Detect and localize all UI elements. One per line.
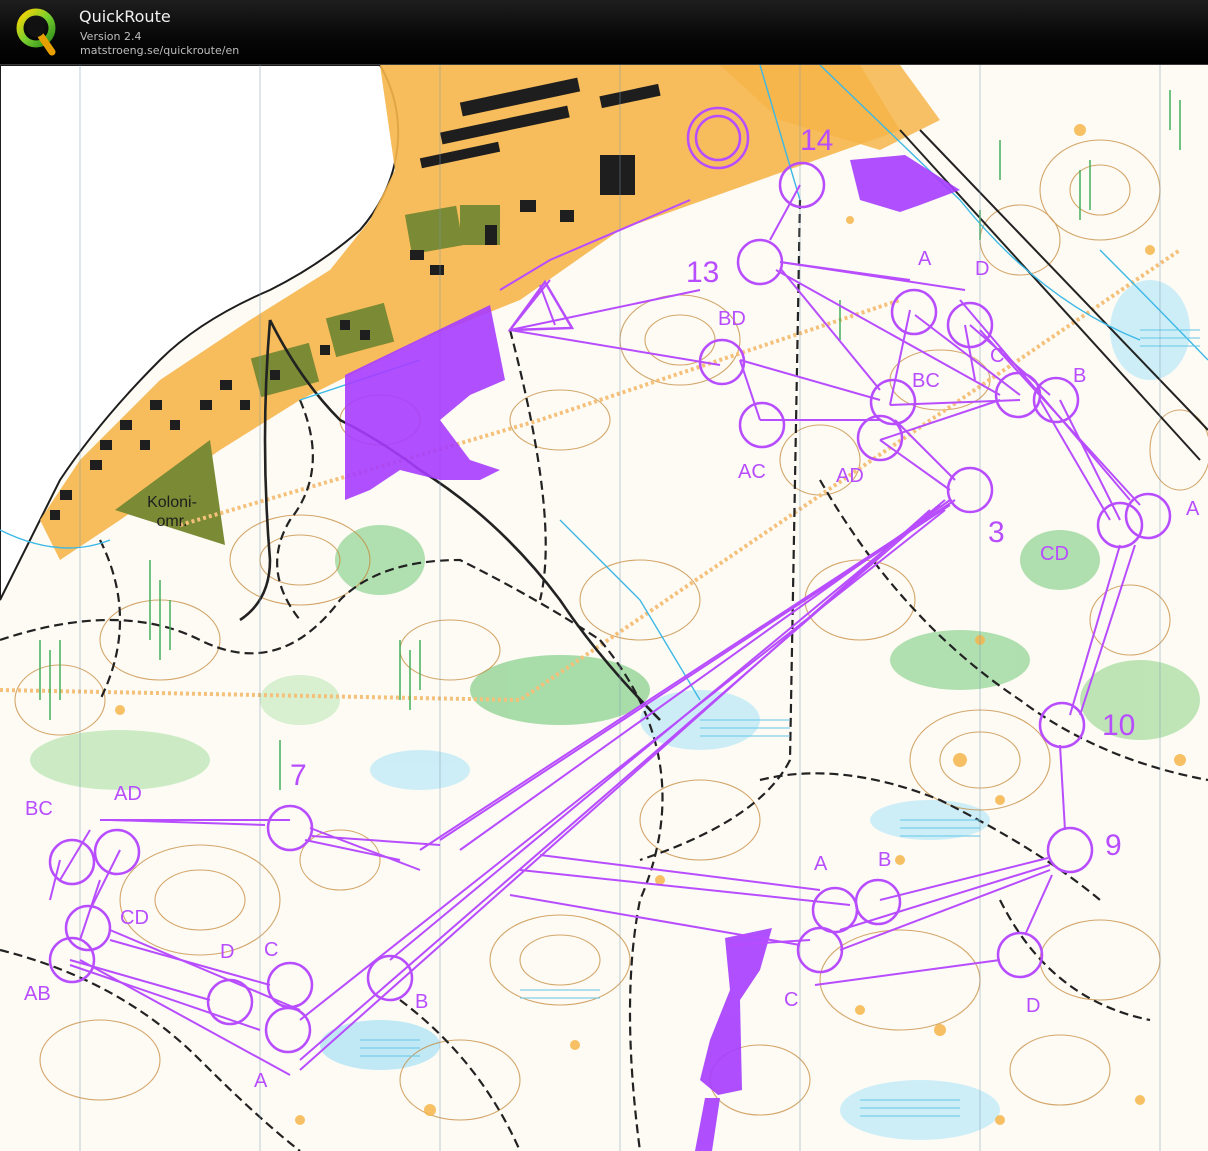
quickroute-logo-icon — [16, 8, 56, 56]
app-title: QuickRoute — [79, 7, 171, 26]
fork-label-c-left: C — [264, 939, 278, 961]
orienteering-map[interactable]: Koloni- omr. 14 13 3 10 9 7 A D BD BC C … — [0, 65, 1208, 1151]
fork-label-bc-left: BC — [25, 798, 53, 820]
fork-label-c-mid: C — [784, 989, 798, 1011]
fork-label-bc: BC — [912, 370, 940, 392]
fork-label-d-top: D — [975, 258, 989, 280]
control-number-3: 3 — [988, 516, 1005, 549]
app-url-link[interactable]: matstroeng.se/quickroute/en — [80, 44, 239, 57]
fork-label-ac: AC — [738, 461, 766, 483]
fork-label-a-top: A — [918, 248, 932, 270]
control-number-14: 14 — [800, 124, 833, 157]
fork-label-ad-mid: AD — [836, 465, 864, 487]
app-version: Version 2.4 — [80, 30, 142, 43]
area-label-line1: Koloni- — [147, 494, 197, 511]
fork-label-ad-left: AD — [114, 783, 142, 805]
control-number-7: 7 — [290, 759, 307, 792]
app-header: QuickRoute Version 2.4 matstroeng.se/qui… — [0, 0, 1208, 65]
fork-label-d-right: D — [1026, 995, 1040, 1017]
area-label-line2: omr. — [156, 513, 187, 530]
fork-label-a-right: A — [1186, 498, 1200, 520]
fork-label-c-top: C — [990, 345, 1004, 367]
fork-label-cd-left: CD — [120, 907, 149, 929]
fork-label-d-left: D — [220, 941, 234, 963]
fork-label-bd: BD — [718, 308, 746, 330]
fork-label-a-mid: A — [814, 853, 828, 875]
control-number-10: 10 — [1102, 709, 1135, 742]
fork-label-a-bottom: A — [254, 1070, 268, 1092]
control-number-13: 13 — [686, 256, 719, 289]
control-number-9: 9 — [1105, 829, 1122, 862]
fork-label-cd-right: CD — [1040, 543, 1069, 565]
fork-label-b-left: B — [415, 991, 428, 1013]
fork-label-b-mid: B — [878, 849, 891, 871]
fork-label-ab-left: AB — [24, 983, 51, 1005]
fork-label-b-top: B — [1073, 365, 1086, 387]
map-viewport[interactable]: Koloni- omr. 14 13 3 10 9 7 A D BD BC C … — [0, 65, 1208, 1151]
